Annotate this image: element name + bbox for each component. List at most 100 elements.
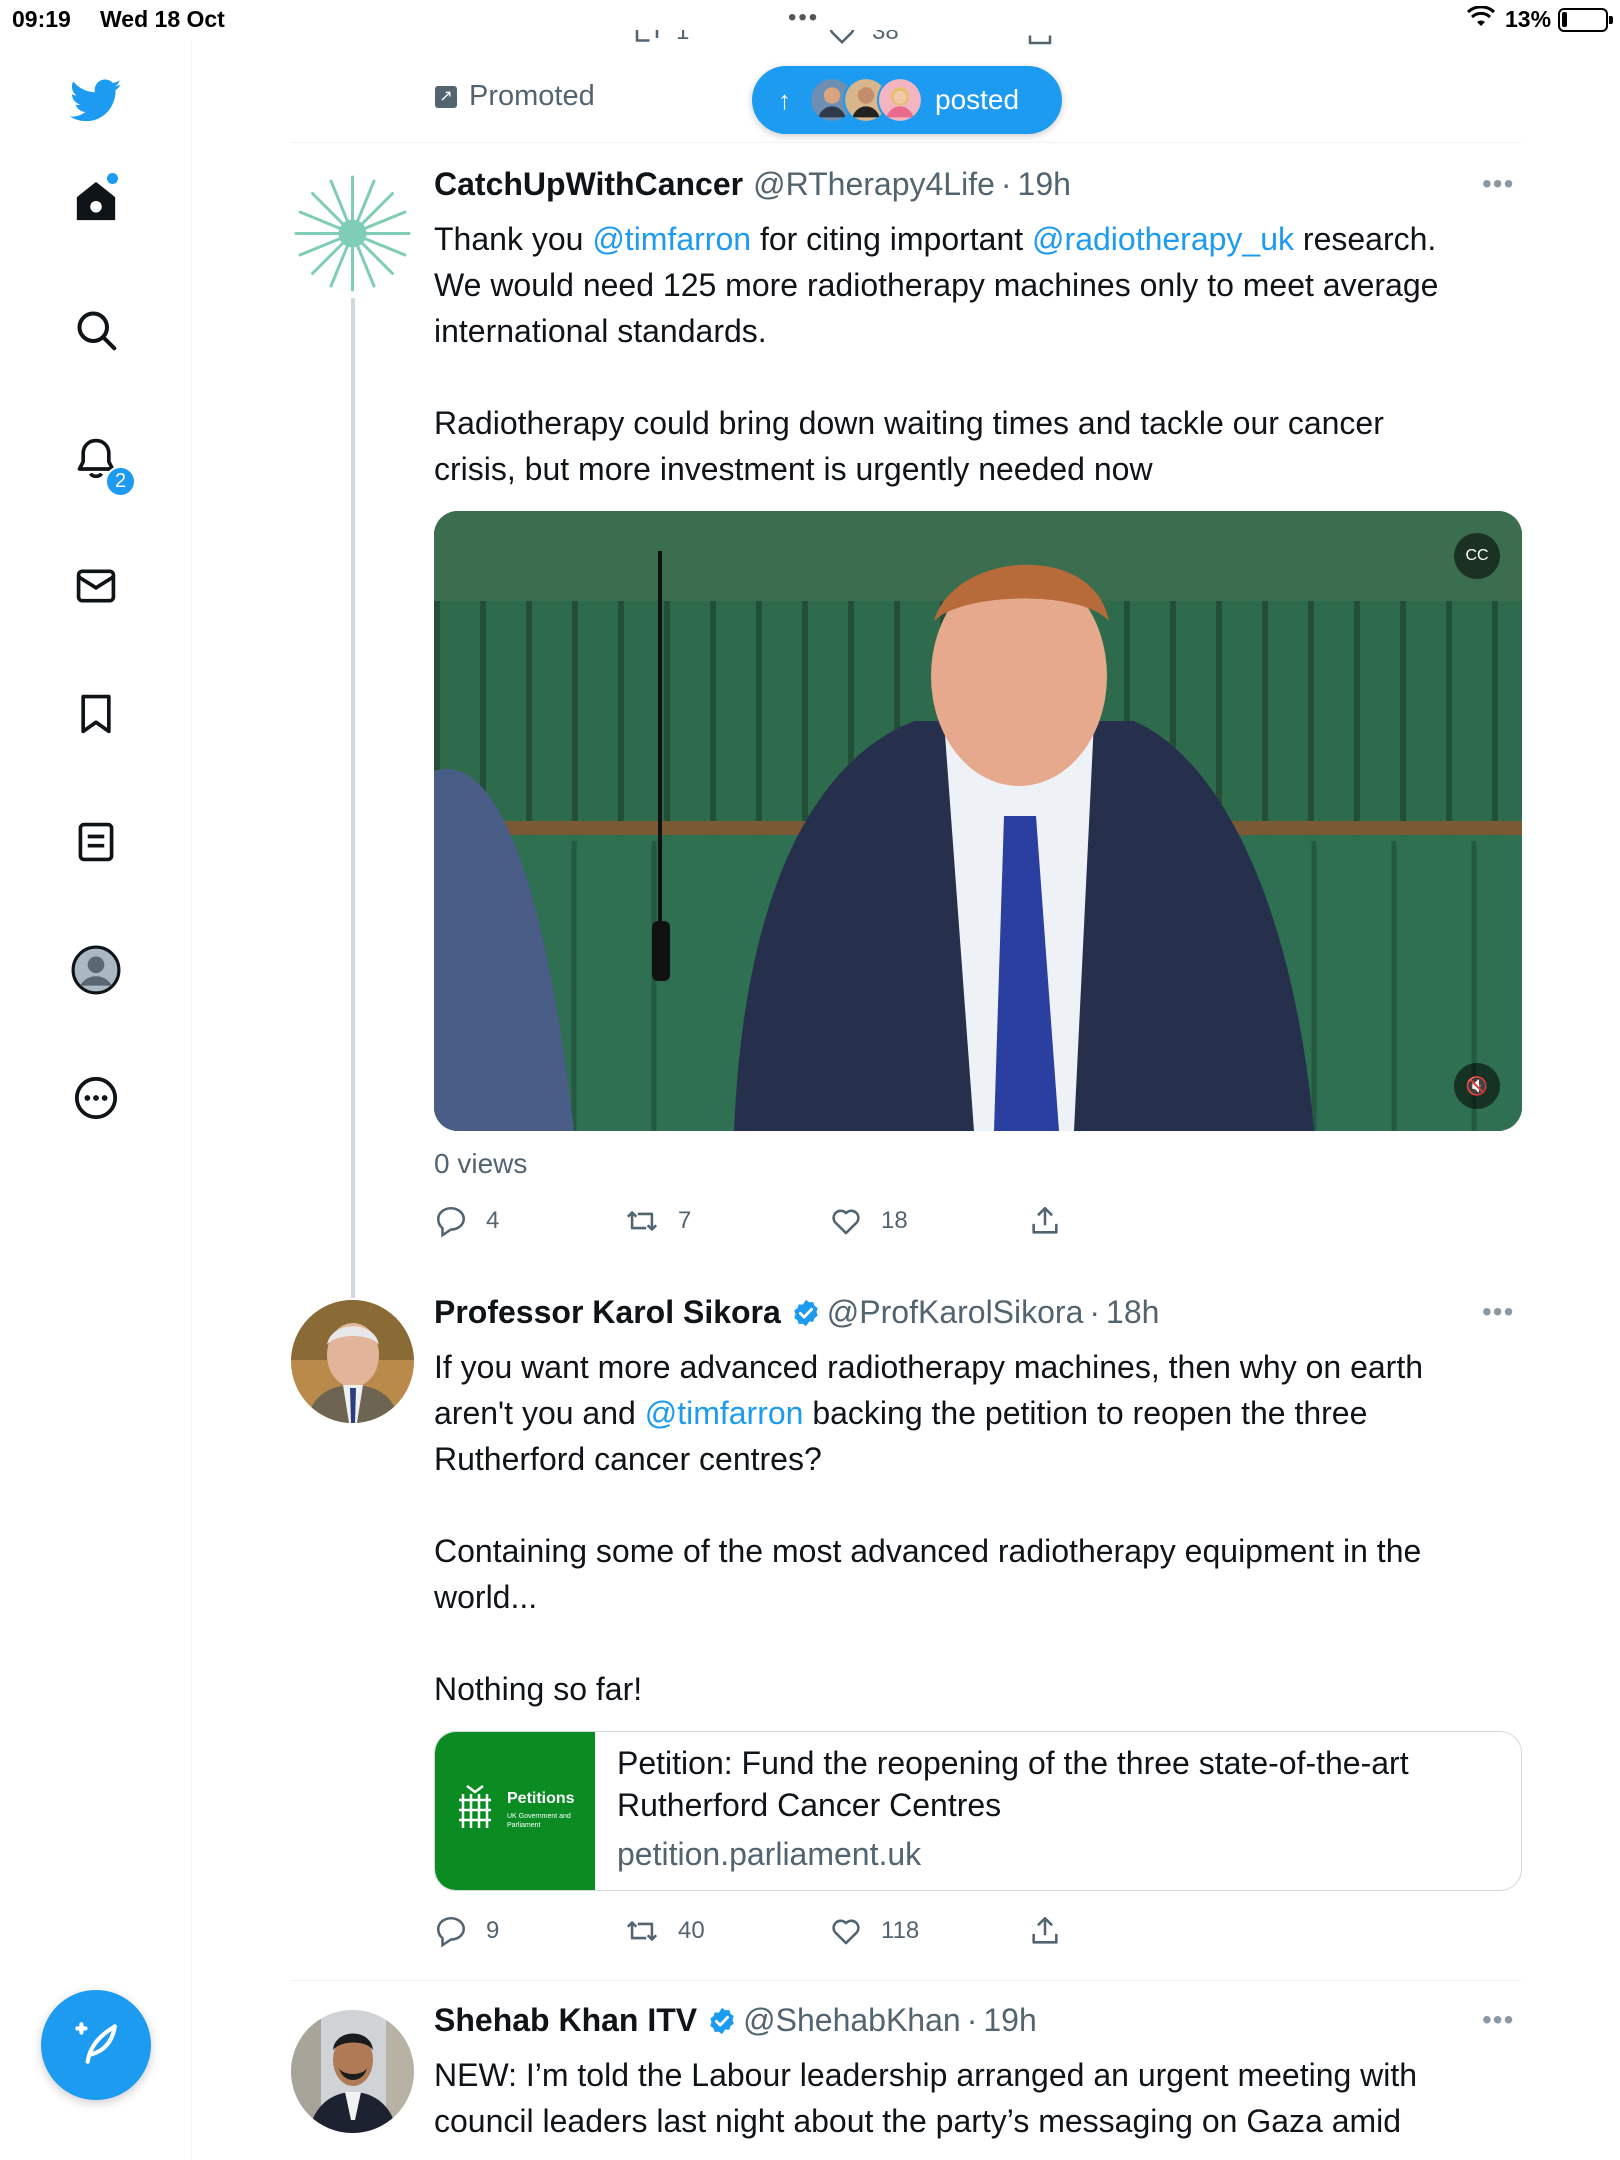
nav-messages[interactable] (63, 555, 129, 621)
author-handle[interactable]: @ProfKarolSikora (827, 1294, 1084, 1331)
reply-button[interactable]: 4 (434, 1204, 499, 1238)
reply-count: 9 (486, 1917, 500, 1944)
share-icon[interactable] (1025, 30, 1055, 48)
more-options-icon[interactable]: ••• (1482, 168, 1514, 200)
reply-count: 4 (486, 1207, 500, 1234)
retweet-icon (626, 1211, 658, 1231)
text-segment: Thank you (434, 221, 593, 257)
search-icon (74, 308, 118, 357)
avatar[interactable] (291, 1300, 414, 1423)
list-icon (74, 820, 118, 869)
card-domain: petition.parliament.uk (617, 1836, 922, 1872)
compose-tweet-button[interactable] (41, 1990, 151, 2100)
avatar[interactable] (291, 172, 414, 295)
heart-icon (832, 1919, 860, 1945)
tweet-time[interactable]: 19h (1018, 166, 1071, 203)
separator: · (1089, 1294, 1101, 1330)
author-name[interactable]: Shehab Khan ITV (434, 2002, 697, 2039)
tweet-text: Thank you @timfarron for citing importan… (434, 216, 1444, 492)
new-posts-pill[interactable]: ↑ posted (752, 66, 1062, 134)
mention-link[interactable]: @timfarron (592, 221, 751, 257)
share-icon (1032, 1916, 1058, 1944)
divider (291, 1980, 1521, 1981)
portcullis-icon (459, 1785, 491, 1828)
like-button[interactable]: 118 (829, 1914, 919, 1948)
thread-line (351, 298, 355, 1298)
tweet-text: NEW: I’m told the Labour leadership arra… (434, 2052, 1444, 2160)
profile-icon (71, 945, 121, 1000)
mail-icon (74, 564, 118, 613)
twitter-logo-icon[interactable] (63, 68, 129, 134)
tweet-actions: 9 40 118 (434, 1914, 1134, 1954)
share-icon (1032, 1206, 1058, 1234)
separator: · (966, 2002, 978, 2038)
nav-profile[interactable] (63, 939, 129, 1005)
side-navigation: 2 (0, 40, 192, 2160)
feather-plus-icon (71, 2018, 121, 2073)
divider (291, 142, 1521, 143)
video-player[interactable]: CC 🔇 (434, 511, 1522, 1131)
tweet-time[interactable]: 18h (1106, 1294, 1159, 1331)
previous-retweet-count: 1 (676, 30, 690, 45)
tweet-header: Professor Karol Sikora @ProfKarolSikora … (434, 1294, 1159, 1331)
promoted-label: ↗ Promoted (435, 80, 595, 113)
heart-icon (832, 1209, 860, 1235)
retweet-icon[interactable] (632, 30, 662, 48)
avatar[interactable] (291, 2010, 414, 2133)
petitions-thumbnail: Petitions UK Government and Parliament (435, 1732, 595, 1890)
previous-tweet-actions: 1 38 (432, 30, 1332, 56)
nav-more[interactable] (63, 1067, 129, 1133)
more-options-icon[interactable]: ••• (1482, 2004, 1514, 2036)
tweet-header: Shehab Khan ITV @ShehabKhan · 19h (434, 2002, 1037, 2039)
tweet-text: If you want more advanced radiotherapy m… (434, 1344, 1444, 1712)
text-segment: for citing important (751, 221, 1033, 257)
retweet-count: 40 (678, 1917, 705, 1944)
petitions-subtitle: UK Government and Parliament (507, 1813, 571, 1829)
bookmark-icon (74, 692, 118, 741)
mute-icon[interactable]: 🔇 (1454, 1063, 1500, 1109)
status-time: 09:19 (12, 6, 71, 32)
separator: · (1000, 166, 1012, 202)
author-handle[interactable]: @ShehabKhan (743, 2002, 961, 2039)
video-frame (434, 511, 1522, 1131)
share-button[interactable] (1028, 1914, 1080, 1948)
promoted-arrow-icon: ↗ (435, 85, 457, 108)
mention-link[interactable]: @radiotherapy_uk (1032, 221, 1294, 257)
share-button[interactable] (1028, 1204, 1080, 1238)
retweet-count: 7 (678, 1207, 692, 1234)
posted-label: posted (935, 84, 1020, 115)
home-icon (73, 178, 119, 229)
home-unread-dot (107, 173, 118, 184)
text-paragraph: Nothing so far! (434, 1671, 643, 1707)
posted-avatar-3 (877, 77, 923, 123)
card-title: Petition: Fund the reopening of the thre… (617, 1745, 1409, 1823)
text-paragraph: Containing some of the most advanced rad… (434, 1533, 1422, 1615)
arrow-up-icon: ↑ (778, 84, 791, 115)
mention-link[interactable]: @timfarron (645, 1395, 804, 1431)
nav-explore[interactable] (63, 299, 129, 365)
previous-like-count: 38 (872, 30, 899, 45)
captions-icon[interactable]: CC (1454, 533, 1500, 579)
link-card[interactable]: Petitions UK Government and Parliament P… (434, 1731, 1522, 1891)
nav-lists[interactable] (63, 811, 129, 877)
author-handle[interactable]: @RTherapy4Life (753, 166, 995, 203)
timeline: 1 38 ↗ Promoted ↑ posted CatchUpWithCanc… (192, 0, 1620, 2160)
retweet-button[interactable]: 7 (624, 1204, 691, 1238)
tweet-header: CatchUpWithCancer @RTherapy4Life · 19h (434, 166, 1071, 203)
nav-bookmarks[interactable] (63, 683, 129, 749)
reply-icon (436, 1916, 466, 1948)
tweet-actions: 4 7 18 (434, 1204, 1134, 1244)
reply-button[interactable]: 9 (434, 1914, 499, 1948)
retweet-icon (626, 1921, 658, 1941)
author-name[interactable]: Professor Karol Sikora (434, 1294, 781, 1331)
tweet-time[interactable]: 19h (983, 2002, 1036, 2039)
nav-home[interactable] (63, 170, 129, 236)
author-name[interactable]: CatchUpWithCancer (434, 166, 743, 203)
retweet-button[interactable]: 40 (624, 1914, 705, 1948)
more-options-icon[interactable]: ••• (1482, 1296, 1514, 1328)
view-count: 0 views (434, 1148, 528, 1179)
like-button[interactable]: 18 (829, 1204, 908, 1238)
like-count: 118 (881, 1917, 920, 1944)
heart-icon[interactable] (827, 30, 857, 46)
verified-badge-icon (794, 1299, 818, 1326)
